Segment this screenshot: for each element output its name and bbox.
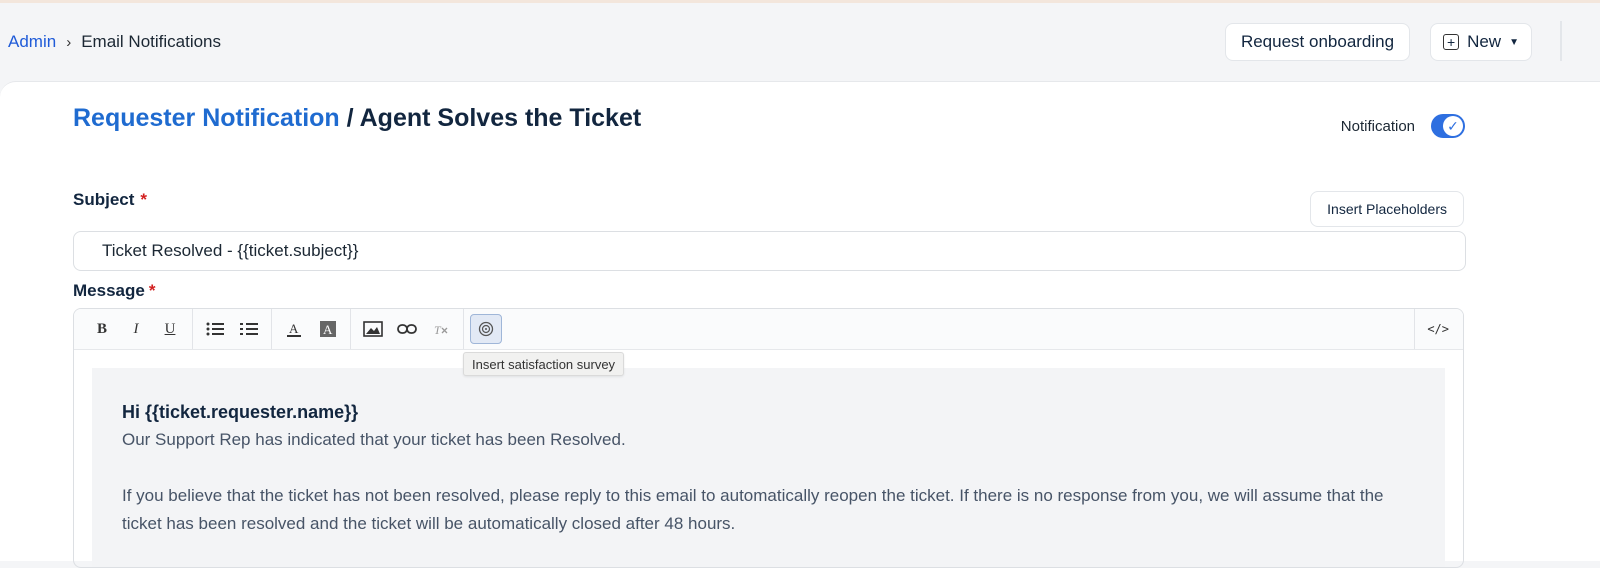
- right-divider: [1560, 21, 1562, 61]
- page-title: Requester Notification / Agent Solves th…: [73, 104, 641, 133]
- survey-group: [464, 309, 508, 349]
- code-view-button[interactable]: </>: [1414, 309, 1457, 349]
- message-editor[interactable]: B I U A A T </> Hi {{ticket.requester.na…: [73, 308, 1464, 568]
- bulleted-list-icon[interactable]: [199, 314, 231, 344]
- breadcrumb-admin-link[interactable]: Admin: [8, 32, 56, 52]
- subject-label: Subject *: [73, 190, 147, 210]
- bold-button[interactable]: B: [86, 314, 118, 344]
- notification-toggle[interactable]: ✓: [1431, 114, 1465, 138]
- satisfaction-survey-icon[interactable]: [470, 314, 502, 344]
- underline-button[interactable]: U: [154, 314, 186, 344]
- email-line-2: If you believe that the ticket has not b…: [122, 486, 1384, 533]
- svg-text:A: A: [289, 321, 299, 336]
- title-link-requester-notification[interactable]: Requester Notification: [73, 104, 340, 132]
- required-marker: *: [148, 281, 156, 300]
- image-icon[interactable]: [357, 314, 389, 344]
- check-icon: ✓: [1443, 116, 1463, 136]
- plus-square-icon: +: [1443, 34, 1460, 50]
- header-actions: Request onboarding + New ▼: [1224, 23, 1532, 61]
- chevron-right-icon: ›: [66, 33, 72, 51]
- top-bar: Admin › Email Notifications Request onbo…: [0, 3, 1600, 81]
- subject-label-text: Subject: [73, 190, 135, 209]
- svg-text:T: T: [434, 323, 442, 336]
- format-group: B I U: [80, 309, 193, 349]
- italic-button[interactable]: I: [120, 314, 152, 344]
- title-separator: /: [339, 104, 360, 132]
- numbered-list-icon[interactable]: [233, 314, 265, 344]
- text-color-icon[interactable]: A: [278, 314, 310, 344]
- breadcrumb: Admin › Email Notifications: [8, 32, 221, 52]
- email-greeting: Hi {{ticket.requester.name}}: [122, 402, 359, 422]
- email-body-preview[interactable]: Hi {{ticket.requester.name}} Our Support…: [92, 368, 1445, 567]
- insert-placeholders-button[interactable]: Insert Placeholders: [1310, 191, 1464, 227]
- title-text: Agent Solves the Ticket: [359, 104, 642, 132]
- main-card: Requester Notification / Agent Solves th…: [0, 81, 1600, 568]
- notification-toggle-group: Notification ✓: [1341, 114, 1465, 138]
- list-group: [193, 309, 272, 349]
- message-label: Message *: [73, 281, 155, 301]
- subject-input[interactable]: [73, 231, 1466, 271]
- svg-text:A: A: [323, 322, 333, 337]
- satisfaction-survey-tooltip: Insert satisfaction survey: [463, 352, 625, 376]
- new-button-label: New: [1467, 32, 1502, 51]
- request-onboarding-button[interactable]: Request onboarding: [1224, 23, 1411, 61]
- clear-format-icon[interactable]: T: [425, 314, 457, 344]
- new-button[interactable]: + New ▼: [1430, 23, 1532, 61]
- color-group: A A: [272, 309, 351, 349]
- editor-toolbar: B I U A A T </>: [74, 309, 1463, 350]
- breadcrumb-current: Email Notifications: [81, 32, 222, 51]
- background-color-icon[interactable]: A: [312, 314, 344, 344]
- required-marker: *: [140, 190, 148, 209]
- link-icon[interactable]: [391, 314, 423, 344]
- email-line-1: Our Support Rep has indicated that your …: [122, 430, 626, 449]
- message-label-text: Message: [73, 281, 145, 300]
- chevron-down-icon: ▼: [1509, 36, 1519, 48]
- notification-label: Notification: [1340, 117, 1415, 135]
- insert-group: T: [351, 309, 464, 349]
